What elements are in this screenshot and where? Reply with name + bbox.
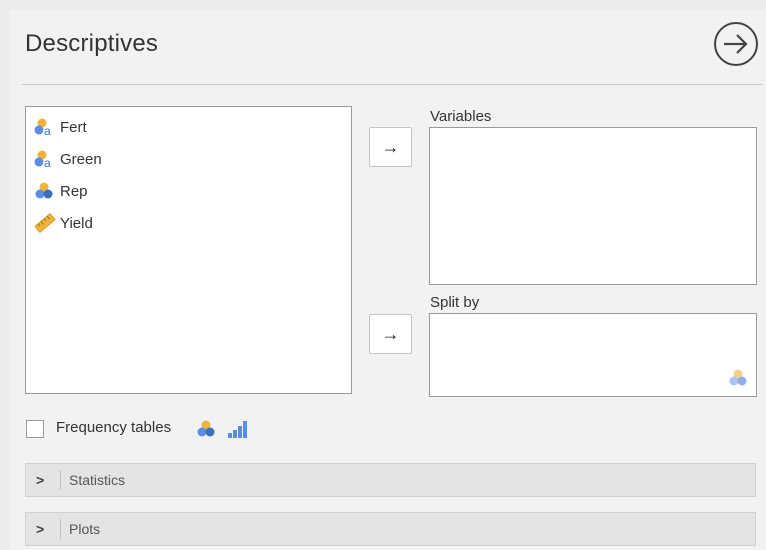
variable-item-rep[interactable]: Rep [34,179,88,203]
continuous-ruler-icon [34,213,56,233]
svg-text:a: a [44,156,51,169]
run-analysis-button[interactable] [712,20,760,68]
section-label: Plots [69,521,101,537]
variable-label: Rep [60,182,88,200]
variable-item-fert[interactable]: a Fert [34,115,87,139]
variable-label: Green [60,150,102,168]
chevron-right-icon: > [36,472,45,488]
nominal-icon [197,420,215,437]
svg-text:a: a [44,124,51,137]
variable-label: Yield [60,214,93,232]
title-divider [22,84,762,85]
nominal-icon [35,182,53,199]
section-separator [60,470,61,490]
variables-target-list[interactable] [429,127,757,285]
circle-arrow-right-icon [714,22,758,66]
source-variable-list[interactable]: a Fert a Green Rep Yield [25,106,352,394]
move-to-variables-button[interactable]: → [369,127,412,167]
nominal-text-icon: a [34,150,51,169]
nominal-text-icon: a [34,118,51,137]
split-by-target-list[interactable] [429,313,757,397]
variable-item-green[interactable]: a Green [34,147,102,171]
ordinal-bars-icon [228,421,247,438]
section-label: Statistics [69,472,126,488]
variable-item-yield[interactable]: Yield [34,211,93,235]
section-separator [60,519,61,539]
page-title: Descriptives [25,30,159,57]
frequency-tables-checkbox[interactable] [26,420,44,438]
move-to-split-by-button[interactable]: → [369,314,412,354]
frequency-tables-label: Frequency tables [56,419,172,436]
variable-label: Fert [60,118,87,136]
nominal-type-hint-icon [729,369,747,386]
section-plots[interactable]: > Plots [25,512,756,546]
variables-label: Variables [430,108,492,125]
section-statistics[interactable]: > Statistics [25,463,756,497]
split-by-label: Split by [430,294,480,311]
chevron-right-icon: > [36,521,45,537]
